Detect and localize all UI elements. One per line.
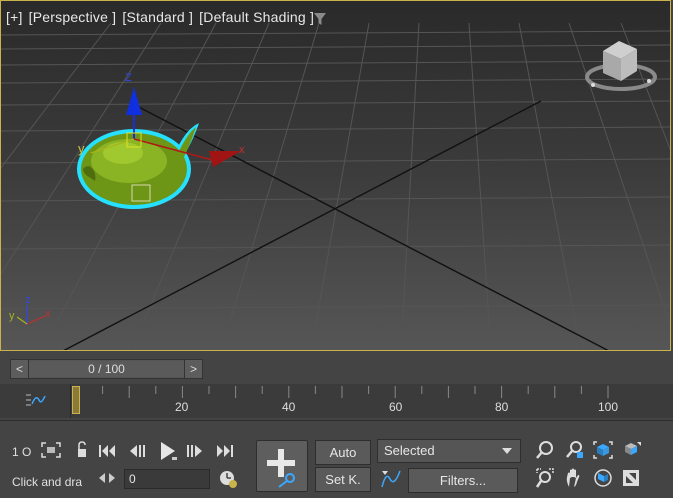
gizmo-y-label: y bbox=[78, 141, 85, 156]
time-next-button[interactable]: > bbox=[184, 360, 202, 378]
gizmo-x-label: x bbox=[239, 144, 245, 156]
lock-selection-icon[interactable] bbox=[76, 441, 88, 459]
time-slider-row: < 0 / 100 > bbox=[0, 352, 673, 384]
selection-count: 1 O bbox=[12, 445, 32, 459]
time-slider-thumb[interactable]: 0 / 100 bbox=[29, 361, 184, 377]
key-mode-toggle-icon[interactable] bbox=[97, 471, 117, 485]
world-axis-tripod bbox=[16, 305, 46, 325]
scene-objects: Z y x z y x bbox=[9, 72, 245, 325]
tick-label-40: 40 bbox=[282, 400, 296, 414]
key-set-dropdown-value: Selected bbox=[384, 443, 435, 458]
curve-editor-icon[interactable] bbox=[24, 392, 46, 408]
isolate-selection-icon[interactable] bbox=[40, 441, 62, 459]
tick-label-80: 80 bbox=[495, 400, 509, 414]
pan-view-icon[interactable] bbox=[564, 467, 584, 489]
go-to-end-icon[interactable] bbox=[215, 443, 235, 459]
tick-label-60: 60 bbox=[389, 400, 403, 414]
previous-frame-icon[interactable] bbox=[128, 443, 148, 459]
trackbar[interactable]: 0 20 40 60 80 100 bbox=[0, 384, 673, 418]
set-key-button[interactable]: Set K. bbox=[315, 467, 371, 492]
zoom-extents-all-icon[interactable] bbox=[621, 440, 643, 460]
auto-key-button[interactable]: Auto bbox=[315, 440, 371, 465]
trackbar-ticks bbox=[75, 386, 609, 398]
time-configuration-icon[interactable] bbox=[218, 469, 238, 489]
mini-z-label: z bbox=[25, 294, 31, 306]
zoom-all-icon[interactable] bbox=[563, 440, 585, 460]
time-slider[interactable]: < 0 / 100 > bbox=[10, 359, 203, 379]
chevron-down-icon bbox=[502, 448, 512, 454]
key-set-dropdown[interactable]: Selected bbox=[377, 439, 521, 463]
gizmo-z-label: Z bbox=[125, 72, 132, 84]
current-frame-marker[interactable] bbox=[72, 386, 80, 414]
set-keys-big-button[interactable] bbox=[256, 440, 308, 492]
zoom-extents-icon[interactable] bbox=[592, 440, 614, 460]
tick-label-100: 100 bbox=[598, 400, 619, 414]
field-of-view-icon[interactable] bbox=[535, 467, 555, 489]
go-to-start-icon[interactable] bbox=[97, 443, 117, 459]
viewcube-icon[interactable] bbox=[585, 37, 657, 95]
mini-x-label: x bbox=[45, 308, 51, 320]
perspective-viewport[interactable]: [+] [Perspective ] [Standard ] [Default … bbox=[0, 0, 671, 351]
prompt-line: Click and dra bbox=[12, 475, 83, 489]
current-frame-value: 0 bbox=[129, 472, 136, 486]
mini-y-label: y bbox=[9, 310, 15, 322]
maximize-viewport-icon[interactable] bbox=[621, 467, 641, 489]
trackbar-ruler[interactable]: 0 20 40 60 80 100 bbox=[70, 384, 618, 418]
teapot-object bbox=[77, 123, 199, 209]
time-prev-button[interactable]: < bbox=[11, 360, 29, 378]
zoom-icon[interactable] bbox=[535, 440, 555, 460]
tick-label-20: 20 bbox=[175, 400, 189, 414]
key-filters-button[interactable]: Filters... bbox=[408, 468, 518, 493]
next-frame-icon[interactable] bbox=[184, 443, 204, 459]
play-icon[interactable] bbox=[158, 441, 178, 461]
add-key-icon bbox=[267, 449, 295, 488]
current-frame-field[interactable]: 0 bbox=[124, 469, 210, 489]
bottom-controls: 1 O Click and dra 0 Auto Set K. Selected… bbox=[0, 420, 673, 498]
key-filters-icon[interactable] bbox=[380, 469, 402, 489]
orbit-icon[interactable] bbox=[592, 467, 614, 489]
